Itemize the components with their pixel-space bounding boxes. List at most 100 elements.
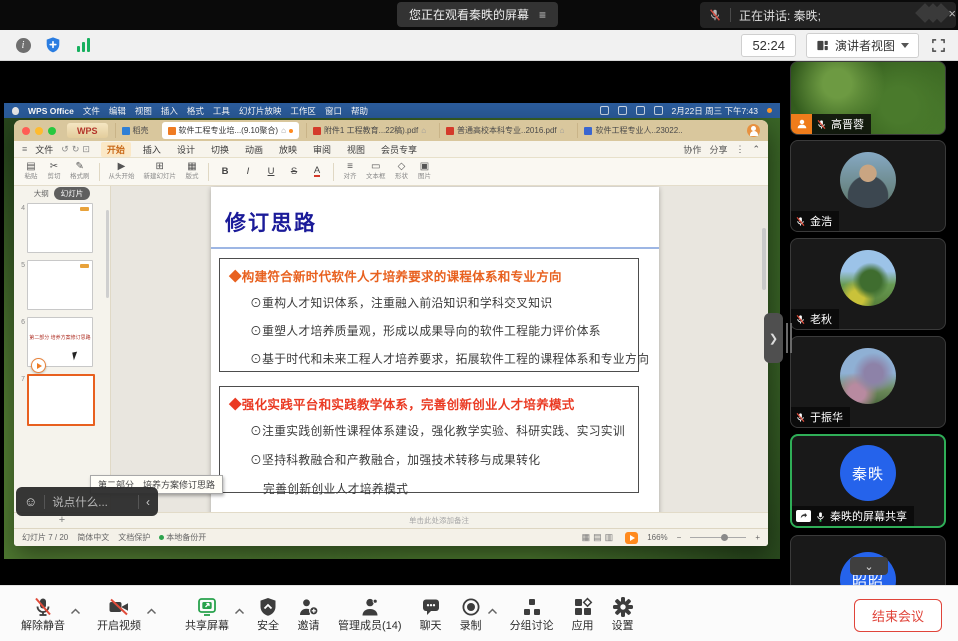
info-icon [16, 38, 31, 53]
collaborate-button: 协作 [683, 143, 701, 156]
apps-button[interactable]: 应用 [563, 588, 603, 640]
screen-share-label: 秦昳的屏幕共享 [830, 508, 907, 524]
layout-tool: ▦版式 [185, 162, 199, 181]
share-button: 分享 [709, 143, 727, 156]
unmute-button[interactable]: 解除静音 [12, 588, 74, 640]
slide-thumbnail-4 [27, 203, 93, 253]
paste-tool: ▤粘贴 [24, 162, 38, 181]
security-status-button[interactable] [42, 34, 64, 56]
record-button[interactable]: 录制 [451, 588, 491, 640]
participant-tile[interactable]: 高晋蓉 [790, 61, 946, 135]
pdf-file-icon [313, 127, 321, 135]
host-badge-icon [791, 114, 812, 134]
panel-tab-outline: 大纲 [34, 188, 49, 199]
close-icon[interactable]: × [948, 7, 956, 20]
chevron-up-icon[interactable] [70, 608, 81, 615]
network-quality-button[interactable] [72, 34, 94, 56]
view-switcher-icons: ▦▤▥ [582, 532, 617, 543]
participant-tile[interactable]: 于振华 [790, 336, 946, 428]
new-slide-tool: ⊞新建幻灯片 [144, 162, 177, 181]
mic-muted-icon [795, 412, 806, 423]
chevron-up-icon[interactable] [487, 608, 498, 615]
slide-thumbnail-row: 6 第二部分 培养方案修订思路 [14, 317, 110, 367]
end-meeting-button[interactable]: 结束会议 [854, 599, 942, 632]
avatar [840, 348, 896, 404]
participant-name: 高晋蓉 [831, 116, 864, 132]
menu-edit: 编辑 [109, 105, 126, 117]
menu-slideshow: 幻灯片放映 [239, 105, 282, 117]
meeting-info-bar: 52:24 演讲者视图 [0, 30, 958, 61]
view-mode-label: 演讲者视图 [835, 37, 895, 54]
slide-title: 修订思路 [225, 207, 317, 237]
wps-home-tab: WPS [67, 123, 108, 138]
slide-thumbnail-row: 4 [14, 203, 110, 253]
share-screen-button[interactable]: 共享屏幕 [176, 588, 238, 640]
menubar-status-icon [618, 106, 627, 115]
panel-tab-slides: 幻灯片 [54, 187, 91, 200]
collapse-chat-icon[interactable]: ‹ [146, 495, 150, 509]
chat-bubble-icon [420, 596, 442, 618]
manage-members-button[interactable]: 管理成员(14) [329, 588, 411, 640]
slide-canvas: 修订思路 ◆构建符合新时代软件人才培养要求的课程体系和专业方向 ⊙重构人才知识体… [111, 186, 768, 512]
active-speaker-panel: 正在讲话: 秦昳; [700, 2, 956, 28]
meeting-logo-icon [924, 6, 948, 20]
watching-screen-label: 您正在观看秦昳的屏幕 [409, 6, 529, 23]
ribbon-tab-design: 设计 [173, 143, 199, 156]
chat-quick-input[interactable]: ☺ 说点什么... ‹ [16, 487, 158, 516]
language-indicator: 简体中文 [77, 532, 109, 543]
wps-doc-tab: 附件1 工程教育...22稿).pdf ⌂ [306, 123, 432, 138]
mic-muted-icon [816, 119, 827, 130]
chevron-up-icon[interactable] [146, 608, 157, 615]
menu-wps-office: WPS Office [28, 106, 74, 116]
wps-document-tabstrip: WPS 稻壳 软件工程专业培...(9.10聚合) ⌂ 附件1 工程教育...2… [14, 120, 768, 141]
breakout-rooms-button[interactable]: 分组讨论 [501, 588, 563, 640]
slide-thumbnail-panel: 大纲 幻灯片 4 5 [14, 186, 111, 512]
meeting-app-window: 您正在观看秦昳的屏幕 ≡ 正在讲话: 秦昳; × [0, 0, 958, 641]
unsaved-dot-icon [289, 129, 293, 133]
ppt-file-icon [168, 127, 176, 135]
participant-tile[interactable]: 金浩 [790, 140, 946, 232]
menu-view: 视图 [135, 105, 152, 117]
divider [730, 8, 731, 22]
start-video-button[interactable]: 开启视频 [88, 588, 150, 640]
invite-button[interactable]: 邀请 [288, 588, 329, 640]
camera-muted-icon [107, 596, 131, 618]
avatar [840, 152, 896, 208]
person-add-icon [297, 596, 320, 618]
view-mode-dropdown[interactable]: 演讲者视图 [806, 33, 919, 58]
docer-icon [122, 127, 130, 135]
chevron-down-icon [901, 43, 909, 48]
slide-thumbnail-row: 5 [14, 260, 110, 310]
remote-mac-menubar: WPS Office 文件 编辑 视图 插入 格式 工具 幻灯片放映 工作区 窗… [4, 103, 780, 118]
sidebar-collapse-handle[interactable]: ❯ [764, 313, 783, 363]
collapse-participants-button[interactable]: ⌄ [850, 557, 888, 575]
menu-insert: 插入 [161, 105, 178, 117]
apps-grid-icon [572, 596, 594, 618]
share-options-icon[interactable]: ≡ [539, 9, 546, 21]
cut-tool: ✂剪切 [47, 162, 61, 181]
security-button[interactable]: 安全 [248, 588, 288, 640]
slide-thumbnail-7-current [27, 374, 95, 426]
slide-content-box-1: ◆构建符合新时代软件人才培养要求的课程体系和专业方向 ⊙重构人才知识体系，注重融… [219, 258, 639, 372]
picture-tool: ▣图片 [418, 162, 432, 181]
participant-tile-active-speaker[interactable]: 秦昳 秦昳的屏幕共享 [790, 434, 946, 528]
slideshow-play-icon [625, 532, 638, 544]
sidebar-resize-grip[interactable] [786, 323, 792, 353]
participant-name-bar: 老秋 [791, 309, 839, 329]
participant-tile[interactable]: 老秋 [790, 238, 946, 330]
meeting-info-button[interactable] [12, 34, 34, 56]
fullscreen-button[interactable] [931, 38, 946, 53]
participant-name-bar: 于振华 [791, 407, 850, 427]
ribbon-tab-transition: 切换 [207, 143, 233, 156]
mic-on-icon [815, 511, 826, 522]
mic-muted-icon [795, 216, 806, 227]
emoji-icon[interactable]: ☺ [24, 495, 37, 508]
chat-input-placeholder[interactable]: 说点什么... [52, 494, 131, 510]
chat-button[interactable]: 聊天 [411, 588, 451, 640]
participants-sidebar: 高晋蓉 金浩 老秋 [790, 61, 948, 585]
chevron-up-icon[interactable] [234, 608, 245, 615]
collapse-ribbon-icon: ⌃ [752, 144, 760, 155]
shield-icon [257, 596, 279, 618]
play-slide-icon [31, 358, 46, 373]
settings-button[interactable]: 设置 [603, 588, 643, 640]
